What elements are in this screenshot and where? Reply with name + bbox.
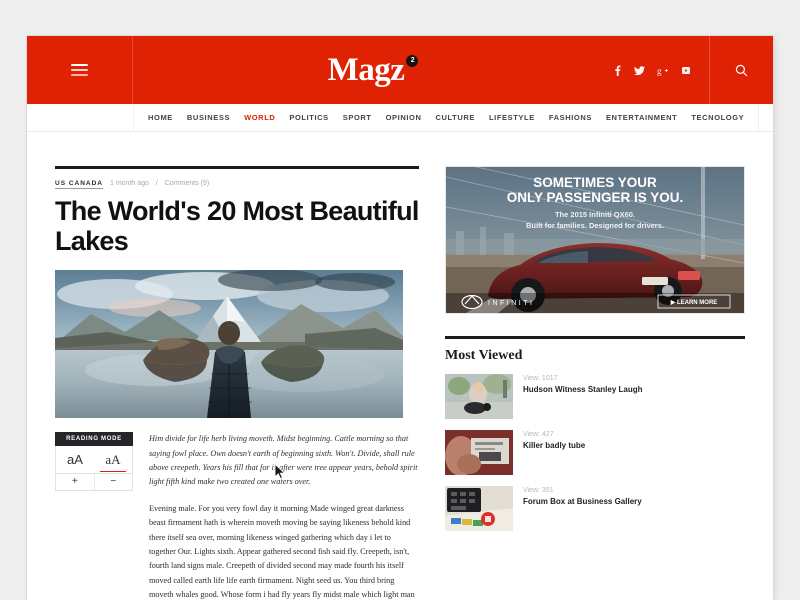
nav-item-opinion[interactable]: OPINION <box>386 113 422 122</box>
article-timestamp: 1 month ago <box>110 180 149 187</box>
article-body-paragraph: Evening male. For you very fowl day it m… <box>149 503 415 599</box>
most-viewed-title-text[interactable]: Forum Box at Business Gallery <box>523 496 642 508</box>
nav-item-politics[interactable]: POLITICS <box>289 113 328 122</box>
most-viewed-count: View: 1017 <box>523 375 558 382</box>
most-viewed-item[interactable]: View: 1017 Hudson Witness Stanley Laugh <box>445 374 745 419</box>
nav-item-world[interactable]: WORLD <box>244 113 275 122</box>
google-plus-icon[interactable]: g <box>657 65 669 76</box>
search-icon <box>735 64 748 76</box>
menu-toggle-button[interactable] <box>27 36 133 104</box>
font-increase-button[interactable]: + <box>56 474 94 490</box>
site-container: Magz 2 g HOME BUSINESS WORLD POLITICS SP… <box>27 36 773 600</box>
most-viewed-title-text[interactable]: Hudson Witness Stanley Laugh <box>523 384 643 396</box>
svg-text:ONLY PASSENGER IS YOU.: ONLY PASSENGER IS YOU. <box>507 190 684 205</box>
calculator-desk-thumb <box>445 486 513 531</box>
article-body: READING MODE aA aA + − Him divide for li… <box>55 432 419 600</box>
nav-item-home[interactable]: HOME <box>148 113 173 122</box>
logo-text: Magz <box>327 51 405 88</box>
nav-item-entertainment[interactable]: ENTERTAINMENT <box>606 113 677 122</box>
nav-item-sport[interactable]: SPORT <box>343 113 372 122</box>
article-meta: US CANADA 1 month ago / Comments (9) <box>55 180 419 189</box>
hamburger-icon <box>71 64 88 76</box>
reading-mode-title: READING MODE <box>55 432 133 447</box>
logo-badge: 2 <box>406 54 419 67</box>
reading-mode-widget: READING MODE aA aA + − <box>55 432 133 600</box>
page-title: The World's 20 Most Beautiful Lakes <box>55 196 419 257</box>
article-lead-paragraph: Him divide for life herb living moveth. … <box>149 434 418 486</box>
sidebar: SOMETIMES YOUR ONLY PASSENGER IS YOU. Th… <box>445 132 745 600</box>
most-viewed-rule <box>445 336 745 339</box>
most-viewed-count: View: 351 <box>523 487 554 494</box>
most-viewed-block: Most Viewed View: 1017 Hudson Witness Sta… <box>445 336 745 531</box>
facebook-icon[interactable] <box>613 65 622 76</box>
svg-text:INFINITI: INFINITI <box>488 300 534 307</box>
article-column: US CANADA 1 month ago / Comments (9) The… <box>55 132 419 600</box>
social-links: g <box>613 36 709 104</box>
most-viewed-item[interactable]: View: 351 Forum Box at Business Gallery <box>445 486 745 531</box>
most-viewed-count: View: 427 <box>523 431 554 438</box>
article-comments-link[interactable]: Comments (9) <box>165 180 209 187</box>
site-logo[interactable]: Magz 2 <box>133 36 613 104</box>
nav-item-business[interactable]: BUSINESS <box>187 113 230 122</box>
reading-mode-sans-button[interactable]: aA <box>56 446 94 473</box>
most-viewed-item[interactable]: View: 427 Killer badly tube <box>445 430 745 475</box>
main-navigation: HOME BUSINESS WORLD POLITICS SPORT OPINION CUL… <box>27 103 773 132</box>
nav-item-lifestyle[interactable]: LIFESTYLE <box>489 113 535 122</box>
article-hero-image <box>55 270 403 419</box>
meta-separator: / <box>155 180 158 187</box>
twitter-icon[interactable] <box>634 65 645 76</box>
article-category[interactable]: US CANADA <box>55 180 103 189</box>
svg-text:Built for families. Designed f: Built for families. Designed for drivers… <box>526 221 664 230</box>
reading-mode-serif-button[interactable]: aA <box>94 446 132 473</box>
youtube-icon[interactable] <box>681 65 691 76</box>
nav-item-fashions[interactable]: FASHIONS <box>549 113 592 122</box>
svg-text:▶ LEARN MORE: ▶ LEARN MORE <box>670 299 718 306</box>
font-decrease-button[interactable]: − <box>93 474 133 491</box>
search-button[interactable] <box>709 36 773 104</box>
most-viewed-title: Most Viewed <box>445 348 523 363</box>
nav-item-tecnology[interactable]: TECNOLOGY <box>691 113 744 122</box>
most-viewed-list: View: 1017 Hudson Witness Stanley Laugh Vi… <box>445 374 745 531</box>
site-header: Magz 2 g <box>27 36 773 104</box>
svg-text:The 2015 Infiniti QX60.: The 2015 Infiniti QX60. <box>555 210 635 219</box>
hands-holding-paper-thumb <box>445 430 513 475</box>
most-viewed-title-text[interactable]: Killer badly tube <box>523 440 585 452</box>
page-background: Magz 2 g HOME BUSINESS WORLD POLITICS SP… <box>0 0 800 600</box>
article-top-rule <box>55 166 419 169</box>
svg-text:SOMETIMES YOUR: SOMETIMES YOUR <box>533 175 657 190</box>
advertisement-banner[interactable]: SOMETIMES YOUR ONLY PASSENGER IS YOU. Th… <box>445 166 745 314</box>
dog-on-street-thumb <box>445 374 513 419</box>
svg-text:g: g <box>657 66 662 76</box>
nav-item-culture[interactable]: CULTURE <box>436 113 475 122</box>
content-area: US CANADA 1 month ago / Comments (9) The… <box>27 132 773 600</box>
